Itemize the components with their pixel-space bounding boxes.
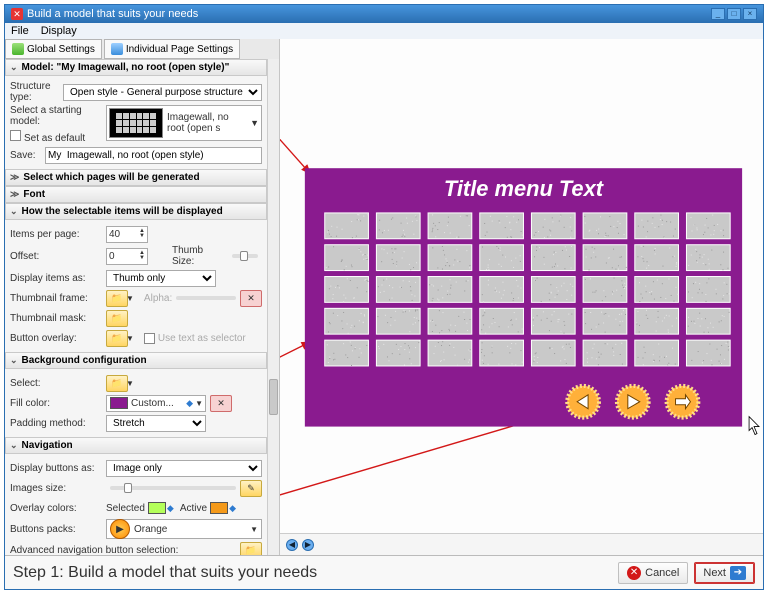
preview-area: Title menu Text: [280, 39, 763, 533]
cancel-icon: ✕: [627, 566, 641, 580]
model-name: Imagewall, no root (open s: [167, 112, 246, 134]
use-text-selector-checkbox: [144, 333, 155, 344]
thumb-size-label: Thumb Size:: [172, 245, 228, 267]
thumb-mask-label: Thumbnail mask:: [10, 313, 106, 324]
minimize-button[interactable]: _: [711, 8, 725, 20]
active-color-chip[interactable]: [210, 502, 228, 514]
offset-label: Offset:: [10, 251, 106, 262]
preview-next-button[interactable]: ▶: [302, 539, 314, 551]
section-navigation[interactable]: Navigation: [5, 437, 267, 454]
button-overlay-label: Button overlay:: [10, 333, 106, 344]
bg-select-button[interactable]: 📁: [106, 375, 128, 392]
fill-color-clear-button[interactable]: ✕: [210, 395, 232, 412]
thumb-frame-clear-button[interactable]: ✕: [240, 290, 262, 307]
thumb-frame-label: Thumbnail frame:: [10, 293, 106, 304]
adv-nav-button[interactable]: 📁: [240, 542, 262, 556]
button-overlay-button[interactable]: 📁: [106, 330, 128, 347]
alpha-slider: [176, 296, 236, 300]
section-font[interactable]: Font: [5, 186, 267, 203]
preview-title: Title menu Text: [444, 176, 605, 201]
save-label: Save:: [10, 150, 45, 161]
maximize-button[interactable]: □: [727, 8, 741, 20]
bg-select-label: Select:: [10, 378, 106, 389]
selected-label: Selected: [106, 503, 145, 514]
tab-global-label: Global Settings: [27, 44, 95, 55]
thumb-size-slider[interactable]: [232, 254, 258, 258]
starting-model-label: Select a starting model:: [10, 105, 106, 127]
preview-svg: Title menu Text: [280, 39, 763, 533]
starting-model-select[interactable]: Imagewall, no root (open s ▼: [106, 105, 262, 141]
app-icon: ✕: [11, 8, 23, 20]
section-background[interactable]: Background configuration: [5, 352, 267, 369]
tab-individual-settings[interactable]: Individual Page Settings: [104, 39, 240, 59]
active-label: Active: [180, 503, 207, 514]
section-model[interactable]: Model: "My Imagewall, no root (open styl…: [5, 59, 267, 76]
alpha-label: Alpha:: [144, 293, 172, 304]
cancel-button[interactable]: ✕ Cancel: [618, 562, 688, 584]
tab-individual-label: Individual Page Settings: [126, 44, 233, 55]
items-per-page-spinner[interactable]: 40▲▼: [106, 226, 148, 243]
overlay-colors-label: Overlay colors:: [10, 503, 106, 514]
next-button[interactable]: Next ➔: [694, 562, 755, 584]
page-icon: [111, 43, 123, 55]
padding-label: Padding method:: [10, 418, 106, 429]
menubar: File Display: [5, 23, 763, 39]
images-size-slider[interactable]: [110, 486, 236, 490]
menu-file[interactable]: File: [11, 25, 29, 37]
fill-color-select[interactable]: Custom... ◆▼: [106, 395, 206, 412]
images-size-apply-button[interactable]: ✎: [240, 480, 262, 497]
preview-prev-button[interactable]: ◀: [286, 539, 298, 551]
offset-spinner[interactable]: 0▲▼: [106, 248, 148, 265]
panel-scrollbar[interactable]: [267, 59, 279, 555]
window-title: Build a model that suits your needs: [27, 8, 198, 20]
fill-color-label: Fill color:: [10, 398, 106, 409]
thumb-frame-button[interactable]: 📁: [106, 290, 128, 307]
globe-icon: [12, 43, 24, 55]
items-per-page-label: Items per page:: [10, 229, 106, 240]
thumb-mask-button[interactable]: 📁: [106, 310, 128, 327]
orange-pack-icon: ▶: [110, 519, 130, 539]
padding-select[interactable]: Stretch: [106, 415, 206, 432]
structure-type-label: Structure type:: [10, 81, 63, 103]
set-default-checkbox[interactable]: [10, 130, 21, 141]
display-items-select[interactable]: Thumb only: [106, 270, 216, 287]
display-buttons-label: Display buttons as:: [10, 463, 106, 474]
next-arrow-icon: ➔: [730, 566, 746, 580]
section-display[interactable]: How the selectable items will be display…: [5, 203, 267, 220]
model-thumb-icon: [109, 108, 163, 138]
titlebar: ✕ Build a model that suits your needs _ …: [5, 5, 763, 23]
set-default-label: Set as default: [24, 133, 85, 144]
display-buttons-select[interactable]: Image only: [106, 460, 262, 477]
tab-global-settings[interactable]: Global Settings: [5, 39, 102, 59]
save-input[interactable]: [45, 147, 262, 164]
menu-display[interactable]: Display: [41, 25, 77, 37]
adv-nav-label: Advanced navigation button selection:: [10, 545, 240, 556]
section-pages[interactable]: Select which pages will be generated: [5, 169, 267, 186]
structure-type-select[interactable]: Open style - General purpose structure: [63, 84, 262, 101]
use-text-selector-label: Use text as selector: [158, 333, 246, 344]
close-button[interactable]: ×: [743, 8, 757, 20]
images-size-label: Images size:: [10, 483, 106, 494]
step-label: Step 1: Build a model that suits your ne…: [13, 564, 317, 582]
buttons-packs-select[interactable]: ▶ Orange ▼: [106, 519, 262, 539]
buttons-packs-label: Buttons packs:: [10, 524, 106, 535]
selected-color-chip[interactable]: [148, 502, 166, 514]
display-items-label: Display items as:: [10, 273, 106, 284]
